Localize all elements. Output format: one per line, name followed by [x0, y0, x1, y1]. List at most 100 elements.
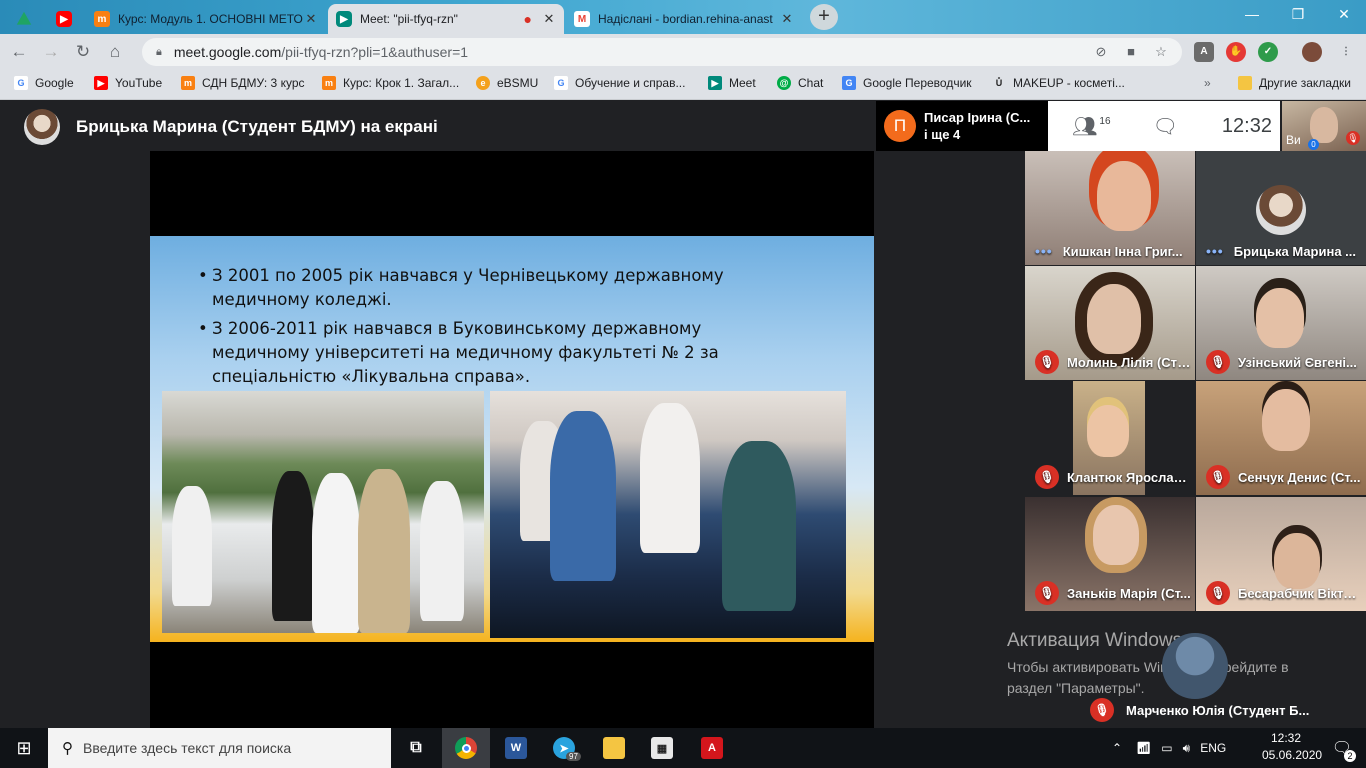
participant-name: Молинь Лілія (Сту...	[1067, 354, 1195, 370]
bookmarks-more-icon[interactable]: »	[1204, 76, 1211, 90]
search-icon: ⚲	[62, 740, 73, 757]
bookmark-youtube[interactable]: ▶ YouTube	[94, 76, 162, 90]
participant-tile[interactable]: 🎙︎ Молинь Лілія (Сту...	[1025, 266, 1195, 380]
bookmark-google[interactable]: G Google	[14, 76, 74, 90]
person-figure	[640, 403, 700, 553]
tab-moodle-course[interactable]: m Курс: Модуль 1. ОСНОВНІ МЕТО ✕	[86, 4, 326, 34]
youtube-icon: ▶	[56, 11, 72, 27]
participant-tile[interactable]: 🎙︎ Сенчук Денис (Ст...	[1196, 381, 1366, 495]
bookmark-krok[interactable]: m Курс: Крок 1. Загал...	[322, 76, 459, 90]
profile-avatar[interactable]	[1302, 42, 1322, 62]
folder-icon	[1238, 76, 1252, 90]
file-explorer-icon[interactable]	[590, 728, 638, 768]
bookmark-sdn-bdmu[interactable]: m СДН БДМУ: 3 курс	[181, 76, 305, 90]
bookmark-makeup[interactable]: Ů MAKEUP - косметі...	[992, 76, 1125, 90]
tab-google-drive[interactable]	[8, 4, 46, 34]
calculator-icon[interactable]: ▦	[638, 728, 686, 768]
mic-off-icon: 🎙︎	[1206, 350, 1230, 374]
avatar	[1162, 633, 1228, 699]
new-tab-button[interactable]: +	[810, 4, 838, 30]
slide-bullet: З 2006-2011 рік навчався в Буковинському…	[198, 317, 758, 389]
battery-icon[interactable]: ▭	[1161, 741, 1172, 755]
address-bar[interactable]: 🔒︎ meet.google.com/pii-tfyq-rzn?pli=1&au…	[142, 38, 1182, 66]
chat-icon[interactable]: 🗨︎	[1153, 114, 1178, 139]
participant-tile[interactable]: ••• Брицька Марина ...	[1196, 151, 1366, 265]
face	[1087, 405, 1129, 457]
participant-video	[1087, 284, 1141, 354]
network-icon[interactable]: 📶︎	[1136, 741, 1151, 755]
close-tab-icon[interactable]: ✕	[304, 11, 318, 27]
bookmark-translate[interactable]: G Google Переводчик	[842, 76, 972, 90]
url-host: meet.google.com	[173, 44, 282, 60]
bookmark-star-icon[interactable]: ☆	[1152, 44, 1170, 62]
tab-gmail[interactable]: M Надіслані - bordian.rehina-anast ✕	[566, 4, 802, 34]
meet-top-controls: П Писар Ірина (С... і ще 4 👥︎ 16 🗨︎ 12:3…	[876, 101, 1366, 151]
clock-date: 05.06.2020	[1262, 748, 1323, 762]
bookmark-obuchenie[interactable]: G Обучение и справ...	[554, 76, 685, 90]
meet-icon: ▶	[336, 11, 352, 27]
forward-icon[interactable]: →	[38, 39, 64, 65]
close-window-icon[interactable]: ✕	[1334, 6, 1354, 26]
mic-off-icon: 🎙︎	[1206, 465, 1230, 489]
close-tab-icon[interactable]: ✕	[542, 11, 556, 27]
participant-tile[interactable]: ••• Кишкан Інна Григ...	[1025, 151, 1195, 265]
camera-blocked-icon[interactable]: ⊘	[1092, 44, 1110, 62]
self-view-thumbnail[interactable]: Ви 🎙︎ 0	[1282, 101, 1366, 151]
telegram-taskbar-icon[interactable]: ➤ 97	[540, 728, 588, 768]
participant-tile[interactable]: 🎙︎ Клантюк Ярослав...	[1025, 381, 1195, 495]
participants-icon[interactable]: 👥︎	[1072, 114, 1097, 139]
bookmark-chat[interactable]: @ Chat	[777, 76, 823, 90]
close-tab-icon[interactable]: ✕	[780, 11, 794, 27]
recording-indicator-icon: ●	[523, 11, 532, 27]
windows-start-icon[interactable]: ⊞	[0, 728, 48, 768]
bookmark-label: Meet	[729, 76, 756, 90]
telegram-badge: 97	[566, 752, 581, 761]
meet-call-area: Брицька Марина (Студент БДМУ) на екрані …	[0, 101, 1366, 728]
participant-tile[interactable]: 🎙︎ Бесарабчик Вікто...	[1196, 497, 1366, 611]
word-taskbar-icon[interactable]: W	[492, 728, 540, 768]
tab-youtube[interactable]: ▶	[48, 4, 84, 34]
bookmark-label: Другие закладки	[1259, 76, 1351, 90]
language-indicator[interactable]: ENG	[1200, 741, 1226, 755]
taskbar-clock[interactable]: 12:32 05.06.2020	[1262, 730, 1323, 764]
bookmark-meet[interactable]: ▶ Meet	[708, 76, 756, 90]
notifications-icon[interactable]: 🗨︎ 2	[1318, 728, 1366, 768]
home-icon[interactable]: ⌂	[102, 39, 128, 65]
self-mic-off-icon: 🎙︎	[1346, 131, 1360, 145]
translate-icon: G	[842, 76, 856, 90]
meeting-owner-chip[interactable]: П Писар Ірина (С... і ще 4	[876, 101, 1048, 151]
volume-icon[interactable]: 🔊︎	[1183, 741, 1191, 756]
taskbar-search-box[interactable]: ⚲ Введите здесь текст для поиска	[48, 728, 391, 768]
tab-meet[interactable]: ▶ Meet: "pii-tfyq-rzn" ● ✕	[328, 4, 564, 34]
minimize-icon[interactable]: —	[1242, 6, 1262, 26]
bookmarks-bar: G Google ▶ YouTube m СДН БДМУ: 3 курс m Курс…	[0, 70, 1366, 100]
pdf-extension-icon[interactable]: A	[1194, 42, 1214, 62]
menu-icon[interactable]: ⋮	[1336, 42, 1356, 62]
google-icon: G	[554, 76, 568, 90]
bookmark-other-folder[interactable]: Другие закладки	[1238, 76, 1351, 90]
participant-name: Марченко Юлія (Студент Б...	[1126, 702, 1310, 718]
adblock-extension-icon[interactable]: ✋	[1226, 42, 1246, 62]
participant-nameplate[interactable]: 🎙︎ Марченко Юлія (Студент Б...	[1088, 693, 1316, 727]
browser-toolbar: ← → ↻ ⌂ 🔒︎ meet.google.com/pii-tfyq-rzn?…	[0, 34, 1366, 70]
video-camera-icon[interactable]: ■	[1122, 44, 1140, 62]
participant-tile[interactable]: 🎙︎ Заньків Марія (Ст...	[1025, 497, 1195, 611]
acrobat-taskbar-icon[interactable]: A	[688, 728, 736, 768]
bookmark-ebsmu[interactable]: e eBSMU	[476, 76, 538, 90]
meet-control-bar: 👥︎ 16 🗨︎ 12:32	[1048, 101, 1280, 151]
youtube-icon: ▶	[94, 76, 108, 90]
check-extension-icon[interactable]: ✓	[1258, 42, 1278, 62]
chrome-taskbar-icon[interactable]	[442, 728, 490, 768]
back-icon[interactable]: ←	[6, 39, 32, 65]
moodle-icon: m	[181, 76, 195, 90]
person-figure	[722, 441, 796, 611]
screen-share-stage: З 2001 по 2005 рік навчався у Чернівецьк…	[150, 151, 874, 728]
restore-icon[interactable]: ❐	[1288, 6, 1308, 26]
tab-title: Надіслані - bordian.rehina-anast	[598, 12, 773, 26]
participant-tile[interactable]: 🎙︎ Узінський Євгені...	[1196, 266, 1366, 380]
reload-icon[interactable]: ↻	[70, 39, 96, 65]
avatar	[1256, 185, 1306, 235]
tray-expand-icon[interactable]: ⌃	[1112, 741, 1122, 755]
slide-photo-group	[490, 391, 846, 638]
task-view-icon[interactable]: ⧉	[392, 728, 440, 768]
